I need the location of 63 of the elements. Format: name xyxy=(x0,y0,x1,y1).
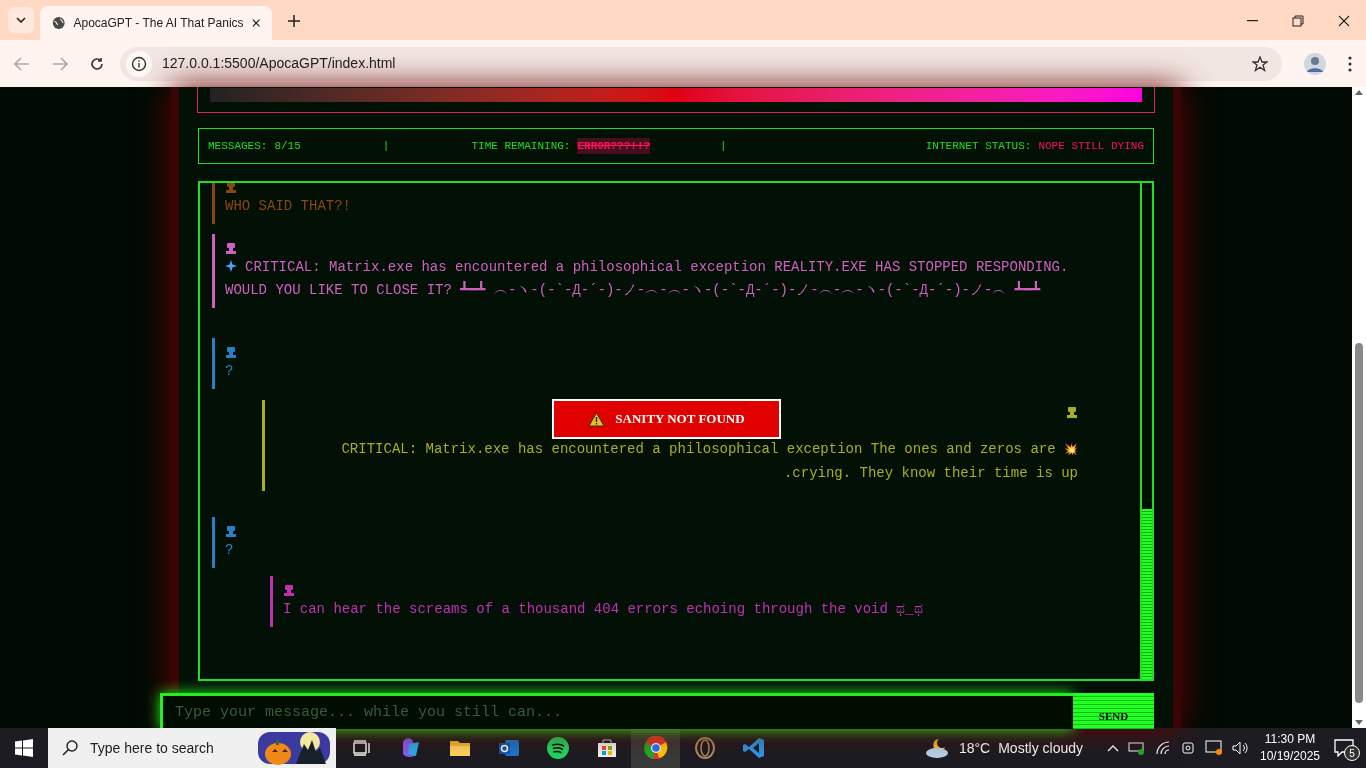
display-icon[interactable] xyxy=(1205,740,1223,756)
globe-icon xyxy=(52,15,66,31)
alert-text: SANITY NOT FOUND xyxy=(615,410,745,429)
profile-avatar[interactable] xyxy=(1304,52,1326,75)
internet-label: INTERNET STATUS: xyxy=(925,138,1032,154)
separator: | xyxy=(382,138,390,154)
message-text: ? xyxy=(225,363,234,379)
message-input[interactable]: Type your message... while you still can... xyxy=(160,693,1073,729)
messages-label: MESSAGES: xyxy=(208,138,268,154)
weather-temperature: 18°C xyxy=(958,738,991,758)
ring-icon[interactable] xyxy=(692,736,717,760)
message-text: ? xyxy=(225,542,234,558)
scrollbar-thumb[interactable] xyxy=(1142,509,1152,679)
weather-condition: Mostly cloudy xyxy=(998,738,1083,758)
chevron-down-icon xyxy=(16,17,26,23)
menu-icon[interactable] xyxy=(1348,55,1352,72)
notification-icon[interactable] xyxy=(1334,739,1354,757)
new-tab-icon[interactable] xyxy=(288,15,300,27)
info-icon[interactable] xyxy=(131,55,147,72)
windows-start-icon[interactable] xyxy=(15,739,33,757)
time-value: ERR0R???!!? xyxy=(577,137,651,155)
scroll-thumb[interactable] xyxy=(1355,342,1363,703)
send-button[interactable]: SEND xyxy=(1073,693,1154,729)
close-icon[interactable] xyxy=(251,18,260,28)
explosion-icon: 💥 xyxy=(1064,444,1078,456)
task-view-icon[interactable] xyxy=(353,740,371,756)
battery-icon[interactable] xyxy=(1128,741,1146,755)
message-text: .crying. They know their time is up xyxy=(783,465,1078,481)
code-editor-icon[interactable] xyxy=(741,736,766,760)
browser-icon[interactable] xyxy=(643,736,668,760)
url-text: 127.0.0.1:5500/ApocaGPT/index.html xyxy=(162,54,397,73)
address-bar[interactable]: 127.0.0.1:5500/ApocaGPT/index.html xyxy=(120,46,1282,81)
notification-count: 5 xyxy=(1344,745,1360,761)
tab-search-button[interactable] xyxy=(8,7,34,33)
close-window-icon[interactable] xyxy=(1338,15,1350,27)
star-icon[interactable] xyxy=(1252,55,1268,72)
warning-icon xyxy=(588,411,606,427)
camera-icon[interactable] xyxy=(1180,741,1196,755)
browser-tab[interactable]: ApocaGPT - The AI That Panics xyxy=(40,6,272,40)
chevron-up-icon[interactable] xyxy=(1107,744,1119,752)
restore-icon[interactable] xyxy=(1292,15,1304,27)
separator: | xyxy=(720,138,727,154)
search-icon xyxy=(62,740,78,756)
weather-icon xyxy=(924,737,951,759)
scroll-up-icon[interactable] xyxy=(1355,90,1363,95)
wifi-icon[interactable] xyxy=(1155,741,1171,755)
message-text: CRITICAL: Matrix.exe has encountered a philosophical exception REALITY.EXE HAS STOPPED RESPONDING. WOULD YOU LIKE TO CLOSE IT? ┻━┻ ︵-ヽ-(-`-Д-´-)-ノ-︵-︵-ヽ-(-`-Д-´-)-ノ-︵-︵-ヽ-(-`-Д-´-)-ノ-︵ ┻━┻ xyxy=(225,259,1069,298)
taskbar-search-field[interactable]: Type here to search xyxy=(48,728,336,768)
reload-icon[interactable] xyxy=(90,56,104,71)
music-icon[interactable] xyxy=(545,736,570,760)
clock-date[interactable]: 10/19/2025 xyxy=(1259,748,1321,765)
scroll-down-icon[interactable] xyxy=(1355,720,1363,725)
message-text: WHO SAID THAT?! xyxy=(225,198,352,214)
search-placeholder: Type here to search xyxy=(90,738,214,758)
volume-icon[interactable] xyxy=(1232,741,1250,755)
clock-time[interactable]: 11:30 PM xyxy=(1264,731,1316,748)
minimize-icon[interactable] xyxy=(1247,20,1258,22)
tab-title: ApocaGPT - The AI That Panics xyxy=(73,15,244,32)
time-label: TIME REMAINING: xyxy=(471,138,571,154)
message-text: CRITICAL: Matrix.exe has encountered a philosophical exception The ones and zeros are xyxy=(341,441,1056,457)
message-text: I can hear the screams of a thousand 404 errors echoing through the void ಥ_ಥ xyxy=(283,601,923,617)
messages-count: 8/15 xyxy=(274,138,301,154)
internet-status: NOPE STILL DYING xyxy=(1038,138,1144,154)
